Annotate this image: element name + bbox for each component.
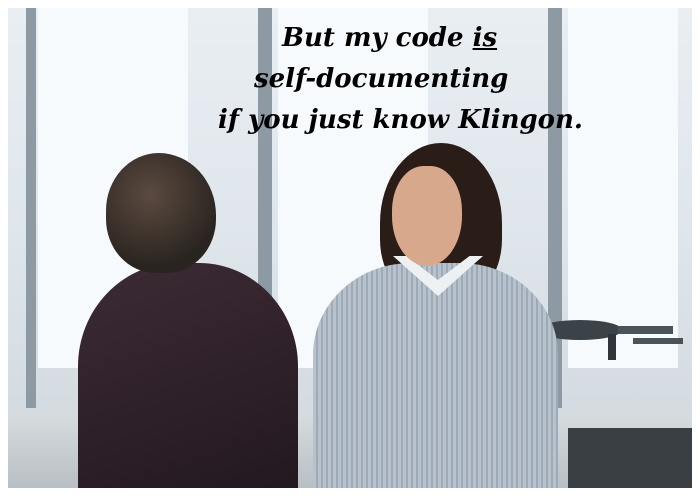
caption-emphasis: is [472, 23, 498, 53]
window-mullion [26, 8, 36, 408]
woman-face [392, 166, 462, 266]
caption-line-2: self-documenting [254, 64, 509, 94]
caption-line-1-text: But my code [282, 23, 473, 53]
man-body [78, 263, 298, 488]
caption-line-1: But my code is [282, 20, 497, 56]
caption-line-3: if you just know Klingon. [218, 105, 583, 135]
man-head [106, 153, 216, 273]
starship-model-icon [538, 320, 683, 360]
monitor [568, 428, 692, 488]
woman-body [313, 263, 558, 488]
